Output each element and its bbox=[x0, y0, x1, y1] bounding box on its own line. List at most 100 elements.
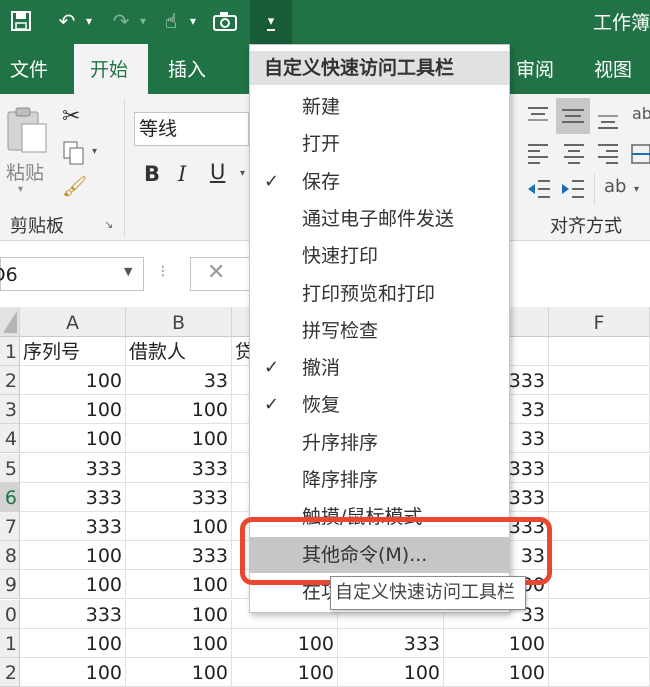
row-header[interactable]: 3 bbox=[0, 395, 20, 425]
cell[interactable] bbox=[549, 482, 650, 512]
row-header[interactable]: 1 bbox=[0, 337, 20, 366]
row-header[interactable]: 9 bbox=[0, 570, 20, 600]
menu-item[interactable]: 拼写检查 bbox=[250, 313, 509, 349]
menu-item[interactable]: 通过电子邮件发送 bbox=[250, 201, 509, 237]
menu-item[interactable]: 快速打印 bbox=[250, 238, 509, 274]
tab-file[interactable]: 文件 bbox=[0, 44, 58, 94]
column-header-f[interactable]: F bbox=[549, 307, 650, 337]
cell[interactable]: 100 bbox=[232, 628, 338, 658]
cell[interactable]: 333 bbox=[126, 453, 232, 483]
underline-dropdown-icon[interactable]: ▾ bbox=[240, 168, 245, 179]
row-header[interactable]: 4 bbox=[0, 424, 20, 454]
column-header-b[interactable]: B bbox=[126, 307, 232, 337]
menu-item[interactable]: 新建 bbox=[250, 89, 509, 125]
tab-insert[interactable]: 插入 bbox=[158, 44, 216, 94]
align-middle-icon[interactable] bbox=[556, 98, 590, 134]
paste-icon[interactable] bbox=[4, 106, 50, 156]
cell[interactable]: 100 bbox=[20, 658, 126, 687]
decrease-indent-icon[interactable] bbox=[526, 178, 552, 200]
cell[interactable]: 100 bbox=[20, 424, 126, 454]
bold-button[interactable]: B bbox=[144, 162, 160, 186]
paste-dropdown-icon[interactable]: ▾ bbox=[18, 184, 23, 195]
copy-icon[interactable] bbox=[62, 140, 86, 166]
column-header-a[interactable]: A bbox=[20, 307, 126, 337]
align-bottom-icon[interactable] bbox=[596, 110, 622, 132]
row-header[interactable]: 6 bbox=[0, 482, 20, 512]
cell[interactable]: 100 bbox=[20, 628, 126, 658]
cell[interactable]: 100 bbox=[20, 570, 126, 600]
clipboard-launcher-icon[interactable]: ↘ bbox=[104, 218, 113, 231]
cell[interactable]: 333 bbox=[126, 541, 232, 571]
orientation-icon[interactable]: ab bbox=[604, 176, 626, 197]
select-all-corner[interactable] bbox=[0, 307, 20, 337]
cell[interactable]: 100 bbox=[444, 628, 549, 658]
align-center-icon[interactable] bbox=[562, 142, 588, 164]
merge-center-icon[interactable] bbox=[630, 142, 650, 166]
name-box[interactable]: D6 bbox=[0, 257, 144, 291]
redo-icon[interactable]: ↷ bbox=[106, 6, 136, 36]
copy-dropdown-icon[interactable]: ▾ bbox=[92, 146, 97, 157]
row-header[interactable]: 7 bbox=[0, 512, 20, 541]
cancel-icon[interactable]: ✕ bbox=[207, 260, 225, 285]
menu-item[interactable]: 打印预览和打印 bbox=[250, 276, 509, 312]
row-header[interactable]: 0 bbox=[0, 599, 20, 629]
font-name-input[interactable]: 等线 bbox=[134, 112, 249, 146]
cell[interactable] bbox=[549, 424, 650, 454]
orientation-dropdown-icon[interactable]: ▾ bbox=[634, 184, 639, 195]
touch-mode-icon[interactable]: ☝ bbox=[156, 6, 186, 36]
cell[interactable]: 100 bbox=[126, 395, 232, 425]
menu-item[interactable]: ✓ 撤消 bbox=[250, 350, 509, 386]
cell[interactable]: 100 bbox=[338, 658, 444, 687]
save-icon[interactable] bbox=[6, 6, 36, 36]
cell[interactable]: 333 bbox=[20, 482, 126, 512]
row-header[interactable]: 2 bbox=[0, 366, 20, 395]
cell[interactable] bbox=[549, 541, 650, 571]
tab-review[interactable]: 审阅 bbox=[506, 44, 564, 94]
cell[interactable]: 333 bbox=[338, 628, 444, 658]
cell[interactable] bbox=[549, 599, 650, 629]
align-left-icon[interactable] bbox=[526, 142, 552, 164]
row-header[interactable]: 5 bbox=[0, 453, 20, 483]
paste-label[interactable]: 粘贴 bbox=[6, 158, 44, 185]
cell[interactable]: 333 bbox=[20, 512, 126, 541]
cell[interactable] bbox=[549, 658, 650, 687]
cell[interactable]: 100 bbox=[126, 512, 232, 541]
align-top-icon[interactable] bbox=[526, 104, 552, 126]
redo-dropdown-icon[interactable]: ▾ bbox=[136, 6, 150, 36]
cell[interactable] bbox=[549, 337, 650, 366]
cell[interactable] bbox=[549, 395, 650, 425]
customize-qat-button[interactable]: ▾ bbox=[250, 0, 292, 44]
cell[interactable]: 333 bbox=[20, 453, 126, 483]
italic-button[interactable]: I bbox=[178, 162, 186, 186]
touch-dropdown-icon[interactable]: ▾ bbox=[186, 6, 200, 36]
row-header[interactable]: 2 bbox=[0, 658, 20, 687]
name-box-dropdown-icon[interactable]: ▼ bbox=[124, 265, 132, 278]
menu-item[interactable]: 升序排序 bbox=[250, 425, 509, 461]
tab-home[interactable]: 开始 bbox=[74, 44, 148, 94]
cell[interactable]: 100 bbox=[126, 424, 232, 454]
format-painter-icon[interactable]: 🖌 bbox=[62, 174, 87, 198]
header-cell-borrower[interactable]: 借款人 bbox=[126, 337, 232, 366]
cell[interactable] bbox=[549, 570, 650, 600]
wrap-text-icon[interactable]: ab bbox=[632, 104, 650, 123]
cell[interactable]: 100 bbox=[20, 366, 126, 395]
cell[interactable]: 100 bbox=[126, 658, 232, 687]
cell[interactable]: 100 bbox=[126, 570, 232, 600]
cell[interactable] bbox=[549, 512, 650, 541]
menu-item[interactable]: 打开 bbox=[250, 126, 509, 162]
increase-indent-icon[interactable] bbox=[560, 178, 586, 200]
cell[interactable] bbox=[549, 366, 650, 395]
cell[interactable]: 100 bbox=[444, 658, 549, 687]
undo-icon[interactable]: ↶ bbox=[52, 6, 82, 36]
underline-button[interactable]: U bbox=[210, 160, 225, 184]
undo-dropdown-icon[interactable]: ▾ bbox=[82, 6, 96, 36]
cell[interactable]: 333 bbox=[20, 599, 126, 629]
tab-page-layout[interactable] bbox=[236, 44, 248, 94]
cell[interactable]: 100 bbox=[232, 658, 338, 687]
cell[interactable] bbox=[549, 453, 650, 483]
camera-icon[interactable] bbox=[210, 6, 240, 36]
tab-view[interactable]: 视图 bbox=[584, 44, 642, 94]
menu-item[interactable]: ✓ 保存 bbox=[250, 164, 509, 200]
cell[interactable] bbox=[549, 628, 650, 658]
cell[interactable]: 100 bbox=[20, 395, 126, 425]
